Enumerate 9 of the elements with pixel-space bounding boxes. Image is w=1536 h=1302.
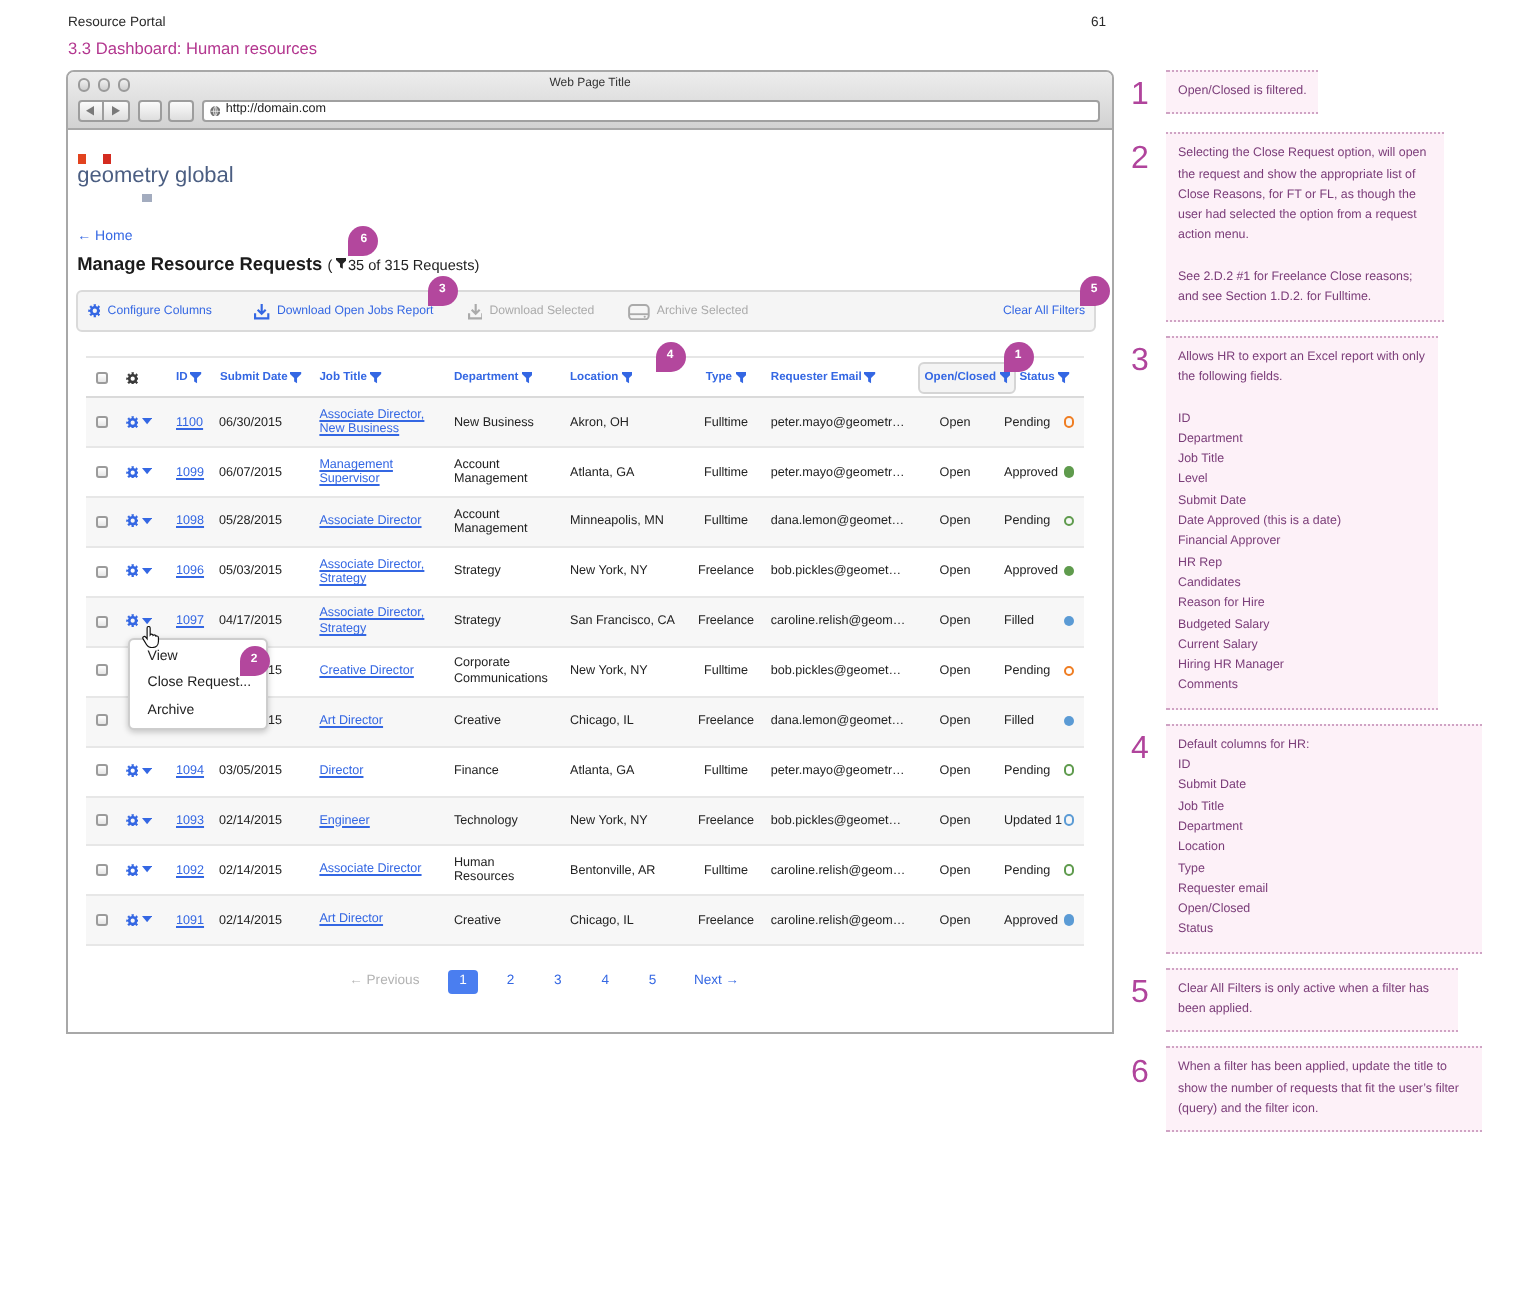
section-title: 3.3 Dashboard: Human resources bbox=[68, 37, 318, 57]
note-number: 3 bbox=[1131, 343, 1149, 378]
page-title: Manage Resource Requests bbox=[77, 253, 323, 275]
note-number: 4 bbox=[1131, 732, 1149, 767]
note-number: 6 bbox=[1131, 1055, 1149, 1090]
note-number: 2 bbox=[1131, 141, 1149, 176]
note-number: 1 bbox=[1131, 78, 1149, 113]
company-logo: geometry global bbox=[77, 154, 234, 202]
note-number: 5 bbox=[1131, 975, 1149, 1010]
